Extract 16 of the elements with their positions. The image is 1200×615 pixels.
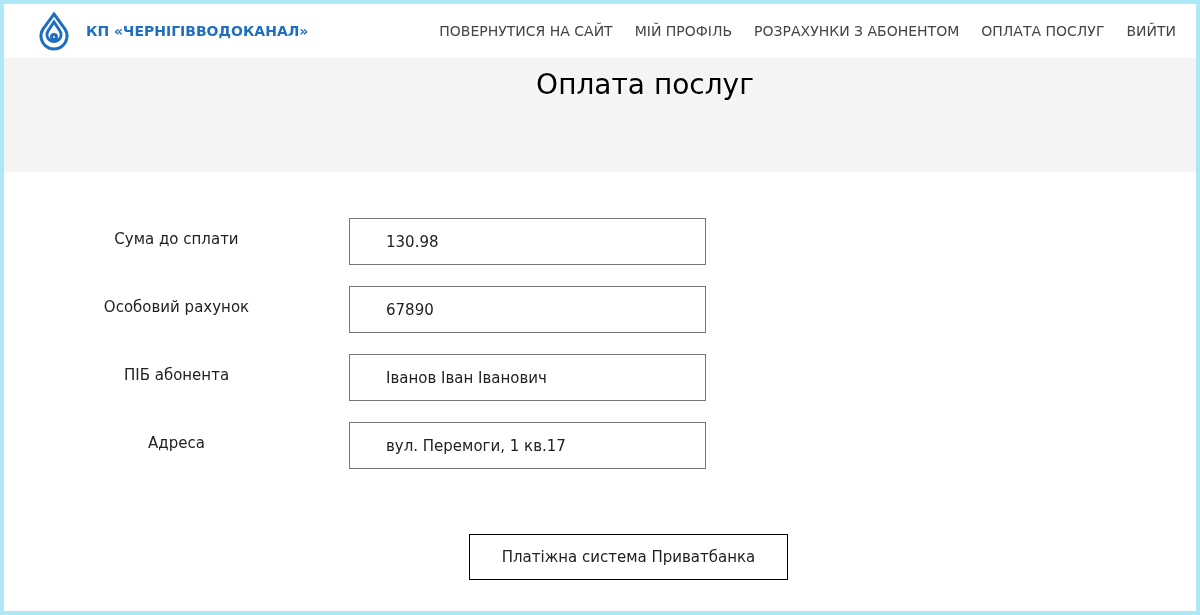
nav-link[interactable]: РОЗРАХУНКИ З АБОНЕНТОМ: [754, 20, 960, 42]
field-label: Особовий рахунок: [102, 297, 251, 318]
input-field[interactable]: 67890: [349, 286, 706, 333]
nav-link[interactable]: ВИЙТИ: [1126, 20, 1176, 42]
nav-link[interactable]: ОПЛАТА ПОСЛУГ: [981, 20, 1105, 42]
brand-name[interactable]: КП «ЧЕРНІГІВВОДОКАНАЛ»: [86, 20, 309, 42]
field-label: Сума до сплати: [113, 229, 240, 250]
input-field[interactable]: Іванов Іван Іванович: [349, 354, 706, 401]
input-field[interactable]: 130.98: [349, 218, 706, 265]
nav-link[interactable]: ПОВЕРНУТИСЯ НА САЙТ: [439, 20, 613, 42]
nav-link[interactable]: МІЙ ПРОФІЛЬ: [634, 20, 733, 42]
input-field[interactable]: вул. Перемоги, 1 кв.17: [349, 422, 706, 469]
field-label: ПІБ абонента: [122, 365, 231, 386]
field-label: Адреса: [147, 433, 206, 454]
submit-button[interactable]: Платіжна система Приватбанка: [469, 534, 788, 580]
page-title: Оплата послуг: [536, 67, 754, 103]
